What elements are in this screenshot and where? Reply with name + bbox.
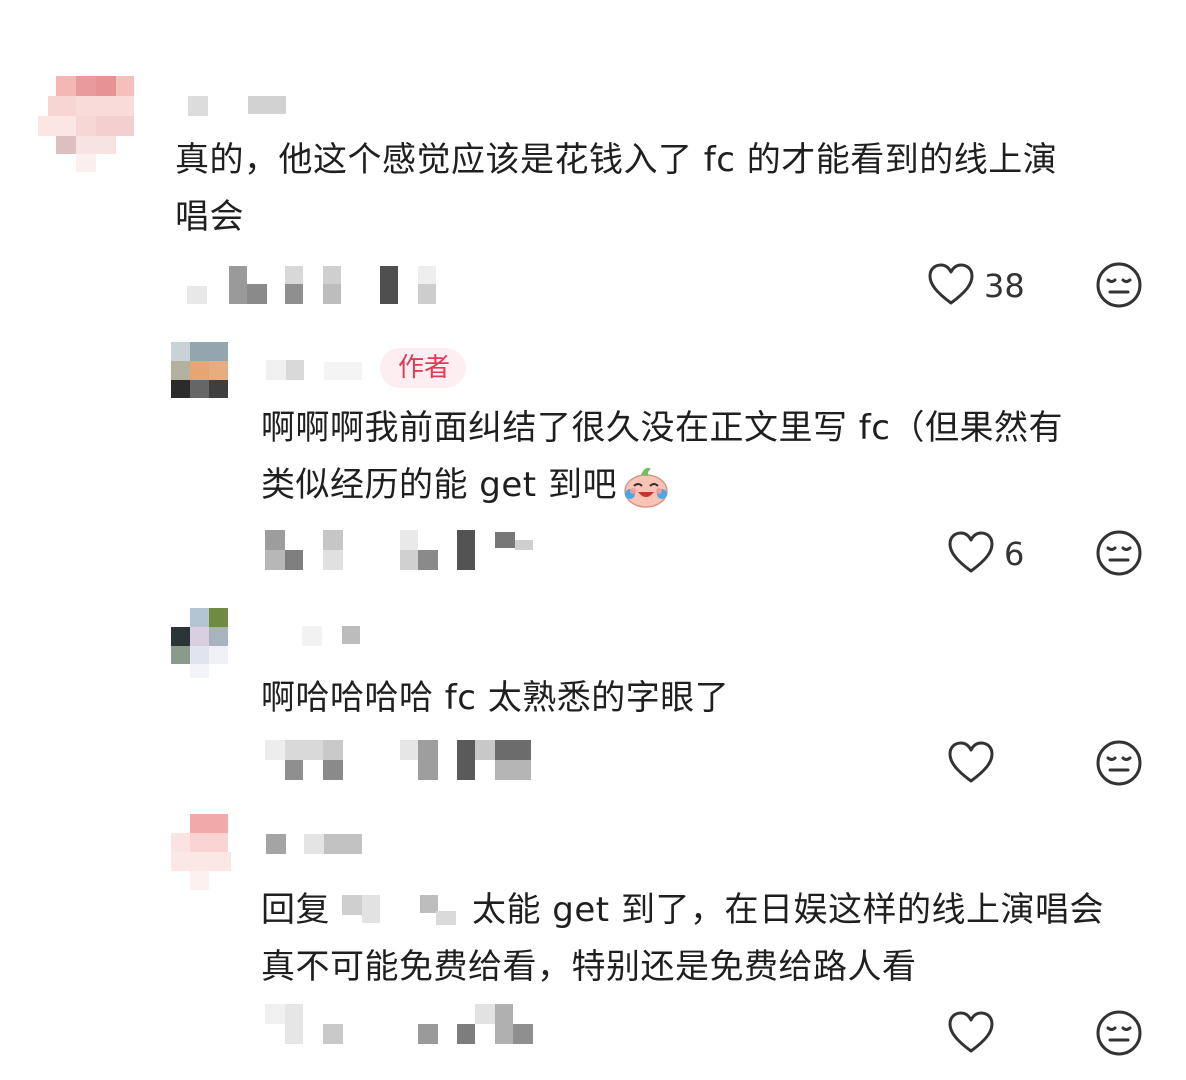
comment-line: 啊啊啊我前面纠结了很久没在正文里写 fc（但果然有 bbox=[261, 408, 1063, 448]
heart-outline-icon bbox=[928, 263, 974, 305]
username[interactable] bbox=[266, 360, 386, 380]
username[interactable] bbox=[188, 96, 288, 116]
heart-outline-icon bbox=[948, 741, 994, 783]
comment-line: 真的，他这个感觉应该是花钱入了 fc 的才能看到的线上演 bbox=[175, 140, 1058, 180]
crying-laughing-baby-emoji bbox=[621, 461, 671, 511]
heart-outline-icon bbox=[948, 531, 994, 573]
username[interactable] bbox=[302, 626, 372, 646]
like-button[interactable] bbox=[926, 260, 976, 310]
reply-prefix: 回复 bbox=[261, 890, 330, 930]
avatar[interactable] bbox=[38, 76, 134, 172]
meh-face-icon bbox=[1096, 1010, 1142, 1056]
comment-text: 啊啊啊我前面纠结了很久没在正文里写 fc（但果然有 类似经历的能 get 到吧 bbox=[261, 400, 1063, 514]
comment-line: 真不可能免费给看，特别还是免费给路人看 bbox=[261, 947, 917, 987]
comment-meta bbox=[265, 1004, 535, 1044]
comment-meta bbox=[265, 530, 535, 570]
heart-outline-icon bbox=[948, 1011, 994, 1053]
comment-thread: { "comments": [ { "text_line1": "真的，他这个感… bbox=[0, 0, 1186, 1080]
meh-face-icon bbox=[1096, 262, 1142, 308]
like-button[interactable] bbox=[946, 528, 996, 578]
dislike-button[interactable] bbox=[1094, 528, 1144, 578]
like-button[interactable] bbox=[946, 738, 996, 788]
avatar[interactable] bbox=[171, 814, 231, 890]
username[interactable] bbox=[266, 834, 366, 854]
comment-meta bbox=[175, 266, 440, 304]
dislike-button[interactable] bbox=[1094, 738, 1144, 788]
dislike-button[interactable] bbox=[1094, 260, 1144, 310]
meh-face-icon bbox=[1096, 530, 1142, 576]
comment-meta bbox=[265, 740, 535, 780]
like-button[interactable] bbox=[946, 1008, 996, 1058]
comment-line: 唱会 bbox=[175, 197, 244, 237]
comment-text: 真的，他这个感觉应该是花钱入了 fc 的才能看到的线上演 唱会 bbox=[175, 132, 1057, 246]
comment-text: 啊哈哈哈哈 fc 太熟悉的字眼了 bbox=[261, 670, 729, 727]
comment-line: 啊哈哈哈哈 fc 太熟悉的字眼了 bbox=[261, 678, 730, 718]
avatar[interactable] bbox=[171, 342, 228, 398]
like-count: 6 bbox=[1004, 535, 1025, 573]
comment-text: 回复 太能 get 到了，在日娱这样的线上演唱会 真不可能免费给看，特别还是免费… bbox=[261, 882, 1104, 996]
dislike-button[interactable] bbox=[1094, 1008, 1144, 1058]
comment-line: 类似经历的能 get 到吧 bbox=[261, 465, 617, 505]
mentioned-user[interactable] bbox=[336, 891, 466, 931]
meh-face-icon bbox=[1096, 740, 1142, 786]
comment-line: 太能 get 到了，在日娱这样的线上演唱会 bbox=[472, 890, 1104, 930]
like-count: 38 bbox=[984, 267, 1025, 305]
author-badge: 作者 bbox=[380, 348, 467, 388]
avatar[interactable] bbox=[171, 608, 228, 678]
